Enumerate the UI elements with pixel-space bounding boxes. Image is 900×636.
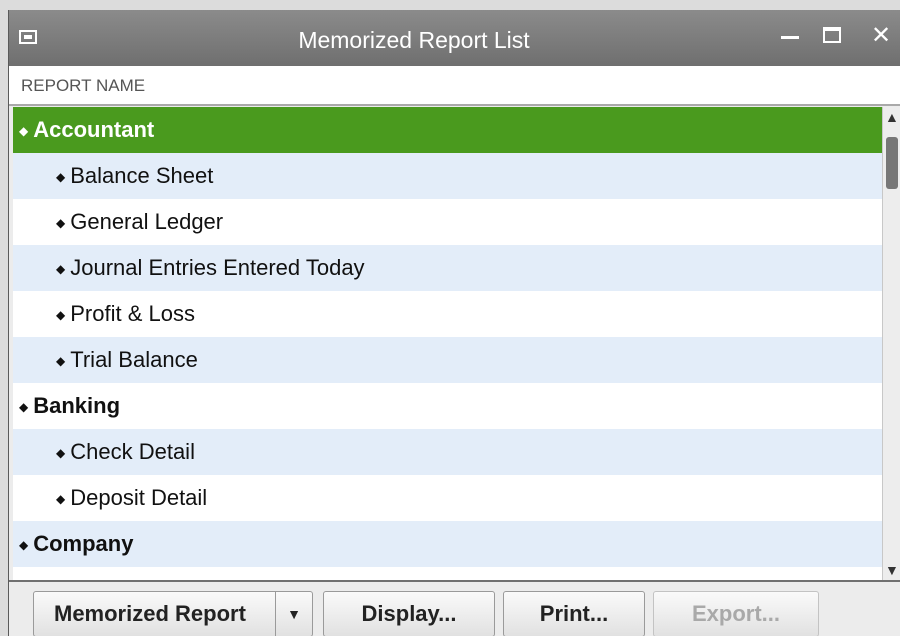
diamond-bullet-icon: ◆ — [19, 538, 29, 552]
list-item-label: Trial Balance — [70, 347, 198, 372]
display-button[interactable]: Display... — [323, 591, 495, 636]
column-header-report-name[interactable]: REPORT NAME — [9, 66, 900, 106]
report-list: ◆ Accountant ◆ Balance Sheet ◆ General Ledg… — [13, 107, 882, 580]
maximize-icon[interactable] — [821, 24, 845, 48]
vertical-scrollbar[interactable]: ▲ ▼ — [882, 107, 900, 580]
list-item-label: Banking — [33, 393, 121, 418]
list-item-label: General Ledger — [70, 209, 224, 234]
list-item-balance-sheet[interactable]: ◆ Balance Sheet — [13, 153, 882, 199]
list-item-label: Journal Entries Entered Today — [70, 255, 365, 280]
diamond-bullet-icon: ◆ — [56, 354, 66, 368]
minimize-icon[interactable] — [779, 24, 803, 48]
window-title: Memorized Report List — [298, 27, 530, 53]
title-bar[interactable]: Memorized Report List ✕ — [9, 10, 900, 66]
diamond-bullet-icon: ◆ — [56, 170, 66, 184]
scroll-up-icon[interactable]: ▲ — [885, 109, 899, 125]
diamond-bullet-icon: ◆ — [56, 262, 66, 276]
diamond-bullet-icon: ◆ — [19, 124, 29, 138]
close-icon[interactable]: ✕ — [871, 24, 895, 48]
list-item-profit-loss[interactable]: ◆ Profit & Loss — [13, 291, 882, 337]
list-item-label: Balance Sheet — [70, 163, 214, 188]
memorized-report-list-window: Memorized Report List ✕ REPORT NAME ◆ Acc… — [8, 10, 900, 636]
list-item-label: Profit & Loss — [70, 301, 195, 326]
scrollbar-thumb[interactable] — [886, 137, 898, 189]
memorized-report-button-label: Memorized Report — [54, 601, 246, 626]
list-item-label: Deposit Detail — [70, 485, 208, 510]
list-item-check-detail[interactable]: ◆ Check Detail — [13, 429, 882, 475]
button-bar: Memorized Report ▼ Display... Print... E… — [9, 582, 900, 636]
dropdown-arrow-icon[interactable]: ▼ — [275, 592, 312, 636]
list-item-deposit-detail[interactable]: ◆ Deposit Detail — [13, 475, 882, 521]
list-item-trial-balance[interactable]: ◆ Trial Balance — [13, 337, 882, 383]
export-button[interactable]: Export... — [653, 591, 819, 636]
diamond-bullet-icon: ◆ — [56, 216, 66, 230]
print-button[interactable]: Print... — [503, 591, 645, 636]
list-item-company[interactable]: ◆ Company — [13, 521, 882, 567]
list-item-label: Check Detail — [70, 439, 195, 464]
memorized-report-button[interactable]: Memorized Report ▼ — [33, 591, 313, 636]
diamond-bullet-icon: ◆ — [56, 446, 66, 460]
list-item-journal-entries[interactable]: ◆ Journal Entries Entered Today — [13, 245, 882, 291]
list-item-general-ledger[interactable]: ◆ General Ledger — [13, 199, 882, 245]
list-item-label: Accountant — [33, 117, 155, 142]
list-item-banking[interactable]: ◆ Banking — [13, 383, 882, 429]
diamond-bullet-icon: ◆ — [19, 400, 29, 414]
list-item-label: Company — [33, 531, 134, 556]
scroll-down-icon[interactable]: ▼ — [885, 562, 899, 578]
diamond-bullet-icon: ◆ — [56, 492, 66, 506]
list-item-accountant[interactable]: ◆ Accountant — [13, 107, 882, 153]
diamond-bullet-icon: ◆ — [56, 308, 66, 322]
